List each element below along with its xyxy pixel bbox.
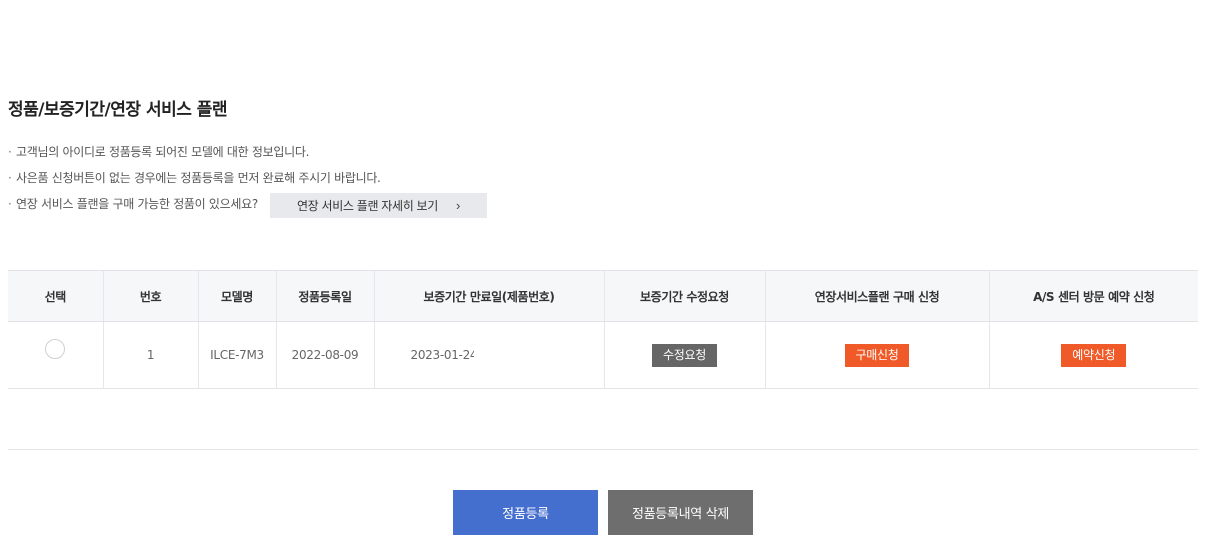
bullet: · bbox=[8, 197, 12, 211]
purchase-request-button[interactable]: 구매신청 bbox=[844, 343, 910, 367]
request-fix-button[interactable]: 수정요청 bbox=[652, 343, 717, 367]
header-plan-purchase: 연장서비스플랜 구매 신청 bbox=[764, 270, 989, 322]
register-product-button[interactable]: 정품등록 bbox=[453, 490, 598, 535]
chevron-right-icon: › bbox=[455, 197, 460, 213]
action-buttons: 정품등록 정품등록내역 삭제 bbox=[453, 490, 753, 535]
page-title: 정품/보증기간/연장 서비스 플랜 bbox=[8, 100, 228, 120]
delete-registration-button[interactable]: 정품등록내역 삭제 bbox=[608, 490, 753, 535]
model-cell: ILCE-7M3 bbox=[197, 321, 276, 389]
warranty-end-cell: 2023-01-24 bbox=[373, 321, 604, 389]
notice-text: 사은품 신청버튼이 없는 경우에는 정품등록을 먼저 완료해 주시기 바랍니다. bbox=[16, 171, 381, 185]
select-radio[interactable] bbox=[45, 338, 66, 359]
warranty-end-date: 2023-01-24 bbox=[410, 348, 474, 363]
header-warranty-end: 보증기간 만료일(제품번호) bbox=[373, 270, 604, 322]
registered-products-table: 선택 번호 모델명 정품등록일 보증기간 만료일(제품번호) 보증기간 수정요청… bbox=[8, 270, 1198, 389]
header-reg-date: 정품등록일 bbox=[275, 270, 374, 322]
header-warranty-fix: 보증기간 수정요청 bbox=[603, 270, 765, 322]
number-cell: 1 bbox=[102, 321, 198, 389]
header-model: 모델명 bbox=[197, 270, 276, 322]
view-plan-details-label: 연장 서비스 플랜 자세히 보기 bbox=[296, 198, 438, 213]
notice-item: · 사은품 신청버튼이 없는 경우에는 정품등록을 먼저 완료해 주시기 바랍니… bbox=[8, 165, 487, 191]
warranty-page: 정품/보증기간/연장 서비스 플랜 · 고객님의 아이디로 정품등록 되어진 모… bbox=[0, 0, 1207, 551]
as-reservation-cell: 예약신청 bbox=[988, 321, 1198, 389]
table-header-row: 선택 번호 모델명 정품등록일 보증기간 만료일(제품번호) 보증기간 수정요청… bbox=[8, 270, 1198, 322]
reservation-request-button[interactable]: 예약신청 bbox=[1061, 343, 1127, 367]
bullet: · bbox=[8, 171, 12, 185]
notice-list: · 고객님의 아이디로 정품등록 되어진 모델에 대한 정보입니다. · 사은품… bbox=[8, 139, 487, 218]
header-select: 선택 bbox=[8, 270, 103, 322]
bullet: · bbox=[8, 145, 12, 159]
notice-text: 연장 서비스 플랜을 구매 가능한 정품이 있으세요? bbox=[16, 197, 258, 211]
select-cell bbox=[8, 321, 103, 389]
plan-purchase-cell: 구매신청 bbox=[764, 321, 989, 389]
header-as-reservation: A/S 센터 방문 예약 신청 bbox=[988, 270, 1198, 322]
header-number: 번호 bbox=[102, 270, 198, 322]
table-row: 1 ILCE-7M3 2022-08-09 2023-01-24 수정요청 구매… bbox=[8, 321, 1198, 389]
view-plan-details-button[interactable]: 연장 서비스 플랜 자세히 보기 › bbox=[269, 192, 487, 218]
divider bbox=[8, 449, 1198, 450]
reg-date-cell: 2022-08-09 bbox=[275, 321, 374, 389]
notice-item: · 연장 서비스 플랜을 구매 가능한 정품이 있으세요? 연장 서비스 플랜 … bbox=[8, 191, 487, 218]
warranty-fix-cell: 수정요청 bbox=[603, 321, 765, 389]
notice-item: · 고객님의 아이디로 정품등록 되어진 모델에 대한 정보입니다. bbox=[8, 139, 487, 165]
notice-text: 고객님의 아이디로 정품등록 되어진 모델에 대한 정보입니다. bbox=[16, 145, 310, 159]
